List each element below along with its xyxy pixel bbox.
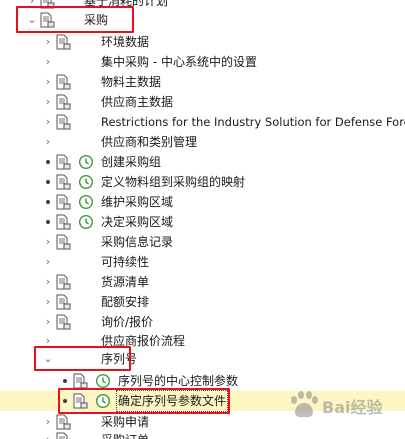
chevron-right-icon[interactable]: ›	[43, 112, 53, 132]
highlight-box-purchasing	[16, 6, 134, 33]
execute-clock-icon[interactable]	[95, 373, 111, 389]
tree-node-supplier-category-mgmt[interactable]: › 供应商和类别管理	[0, 132, 405, 152]
tree-node-quota-arrangement[interactable]: › 配额安排	[0, 292, 405, 312]
document-icon	[56, 74, 71, 90]
document-icon	[56, 274, 71, 290]
document-icon	[56, 414, 71, 430]
highlight-box-serial-profile	[58, 388, 230, 414]
tree-node-rfq-quotation[interactable]: › 询价/报价	[0, 312, 405, 332]
bullet-icon	[46, 200, 50, 204]
execute-clock-icon[interactable]	[78, 174, 94, 190]
chevron-right-icon[interactable]: ›	[43, 72, 53, 92]
tree-node-central-purchasing[interactable]: › 集中采购 - 中心系统中的设置	[0, 52, 405, 72]
document-icon[interactable]	[55, 154, 71, 170]
tree-node-label: 维护采购区域	[101, 195, 174, 209]
tree-node-label: 环境数据	[101, 35, 150, 49]
document-icon	[56, 234, 71, 250]
tree-node-purchase-order[interactable]: › 采购订单	[0, 430, 405, 439]
tree-node-map-material-group[interactable]: 定义物料组到采购组的映射	[0, 172, 405, 192]
chevron-right-icon[interactable]: ›	[43, 92, 53, 112]
tree-node-defense-restrictions[interactable]: › Restrictions for the Industry Solution…	[0, 112, 405, 132]
tree-node-source-list[interactable]: › 货源清单	[0, 272, 405, 292]
tree-node-label: 采购申请	[101, 415, 150, 429]
tree-node-label: 询价/报价	[101, 315, 154, 329]
watermark-text: Bai经验	[322, 398, 383, 417]
tree-node-label: 决定采购区域	[101, 215, 174, 229]
tree-node-determine-purchasing-area[interactable]: 决定采购区域	[0, 212, 405, 232]
document-icon[interactable]	[55, 194, 71, 210]
tree-node-sustainability[interactable]: › 可持续性	[0, 252, 405, 272]
document-icon	[56, 294, 71, 310]
chevron-right-icon[interactable]: ›	[43, 272, 53, 292]
customizing-tree: › 基于消耗的计划 ⌄ 采购 › 环境数据 › 集中采购 - 中心系统中的设置	[0, 0, 405, 439]
chevron-right-icon[interactable]: ›	[43, 52, 53, 72]
document-icon[interactable]	[55, 214, 71, 230]
chevron-right-icon[interactable]: ›	[43, 252, 53, 272]
chevron-right-icon[interactable]: ›	[43, 292, 53, 312]
tree-node-label: 配额安排	[101, 295, 150, 309]
tree-node-maintain-purchasing-area[interactable]: 维护采购区域	[0, 192, 405, 212]
tree-node-label: 采购信息记录	[101, 235, 174, 249]
document-icon	[56, 94, 71, 110]
execute-clock-icon[interactable]	[78, 154, 94, 170]
tree-node-material-master[interactable]: › 物料主数据	[0, 72, 405, 92]
tree-node-label: 货源清单	[101, 275, 150, 289]
baidu-jingyan-watermark: Bai经验	[291, 391, 383, 418]
document-icon[interactable]	[72, 373, 88, 389]
chevron-right-icon[interactable]: ›	[43, 312, 53, 332]
document-icon	[56, 34, 71, 50]
document-icon	[56, 314, 71, 330]
chevron-right-icon[interactable]: ›	[43, 430, 53, 439]
tree-node-label: 可持续性	[101, 255, 150, 269]
document-icon[interactable]	[55, 174, 71, 190]
tree-node-environment-data[interactable]: › 环境数据	[0, 32, 405, 52]
execute-clock-icon[interactable]	[78, 194, 94, 210]
bullet-icon	[63, 379, 67, 383]
tree-node-label: 采购订单	[101, 430, 149, 439]
chevron-right-icon[interactable]: ›	[43, 412, 53, 432]
chevron-right-icon[interactable]: ›	[43, 232, 53, 252]
tree-node-vendor-master[interactable]: › 供应商主数据	[0, 92, 405, 112]
chevron-right-icon[interactable]: ›	[43, 32, 53, 52]
tree-node-label: 供应商主数据	[101, 95, 174, 109]
document-icon	[56, 114, 71, 130]
document-icon	[56, 432, 68, 439]
highlight-box-serial-numbers	[34, 346, 131, 371]
tree-node-label: 定义物料组到采购组的映射	[101, 175, 246, 189]
tree-node-create-purchasing-group[interactable]: 创建采购组	[0, 152, 405, 172]
tree-node-label: 物料主数据	[101, 75, 162, 89]
bullet-icon	[46, 180, 50, 184]
bullet-icon	[46, 220, 50, 224]
tree-node-label: 创建采购组	[101, 155, 162, 169]
tree-node-purchasing-info-record[interactable]: › 采购信息记录	[0, 232, 405, 252]
tree-node-label: 集中采购 - 中心系统中的设置	[101, 55, 257, 69]
tree-node-label: Restrictions for the Industry Solution f…	[101, 115, 405, 129]
bullet-icon	[46, 160, 50, 164]
execute-clock-icon[interactable]	[78, 214, 94, 230]
chevron-right-icon[interactable]: ›	[43, 132, 53, 152]
tree-node-label: 供应商和类别管理	[101, 135, 198, 149]
